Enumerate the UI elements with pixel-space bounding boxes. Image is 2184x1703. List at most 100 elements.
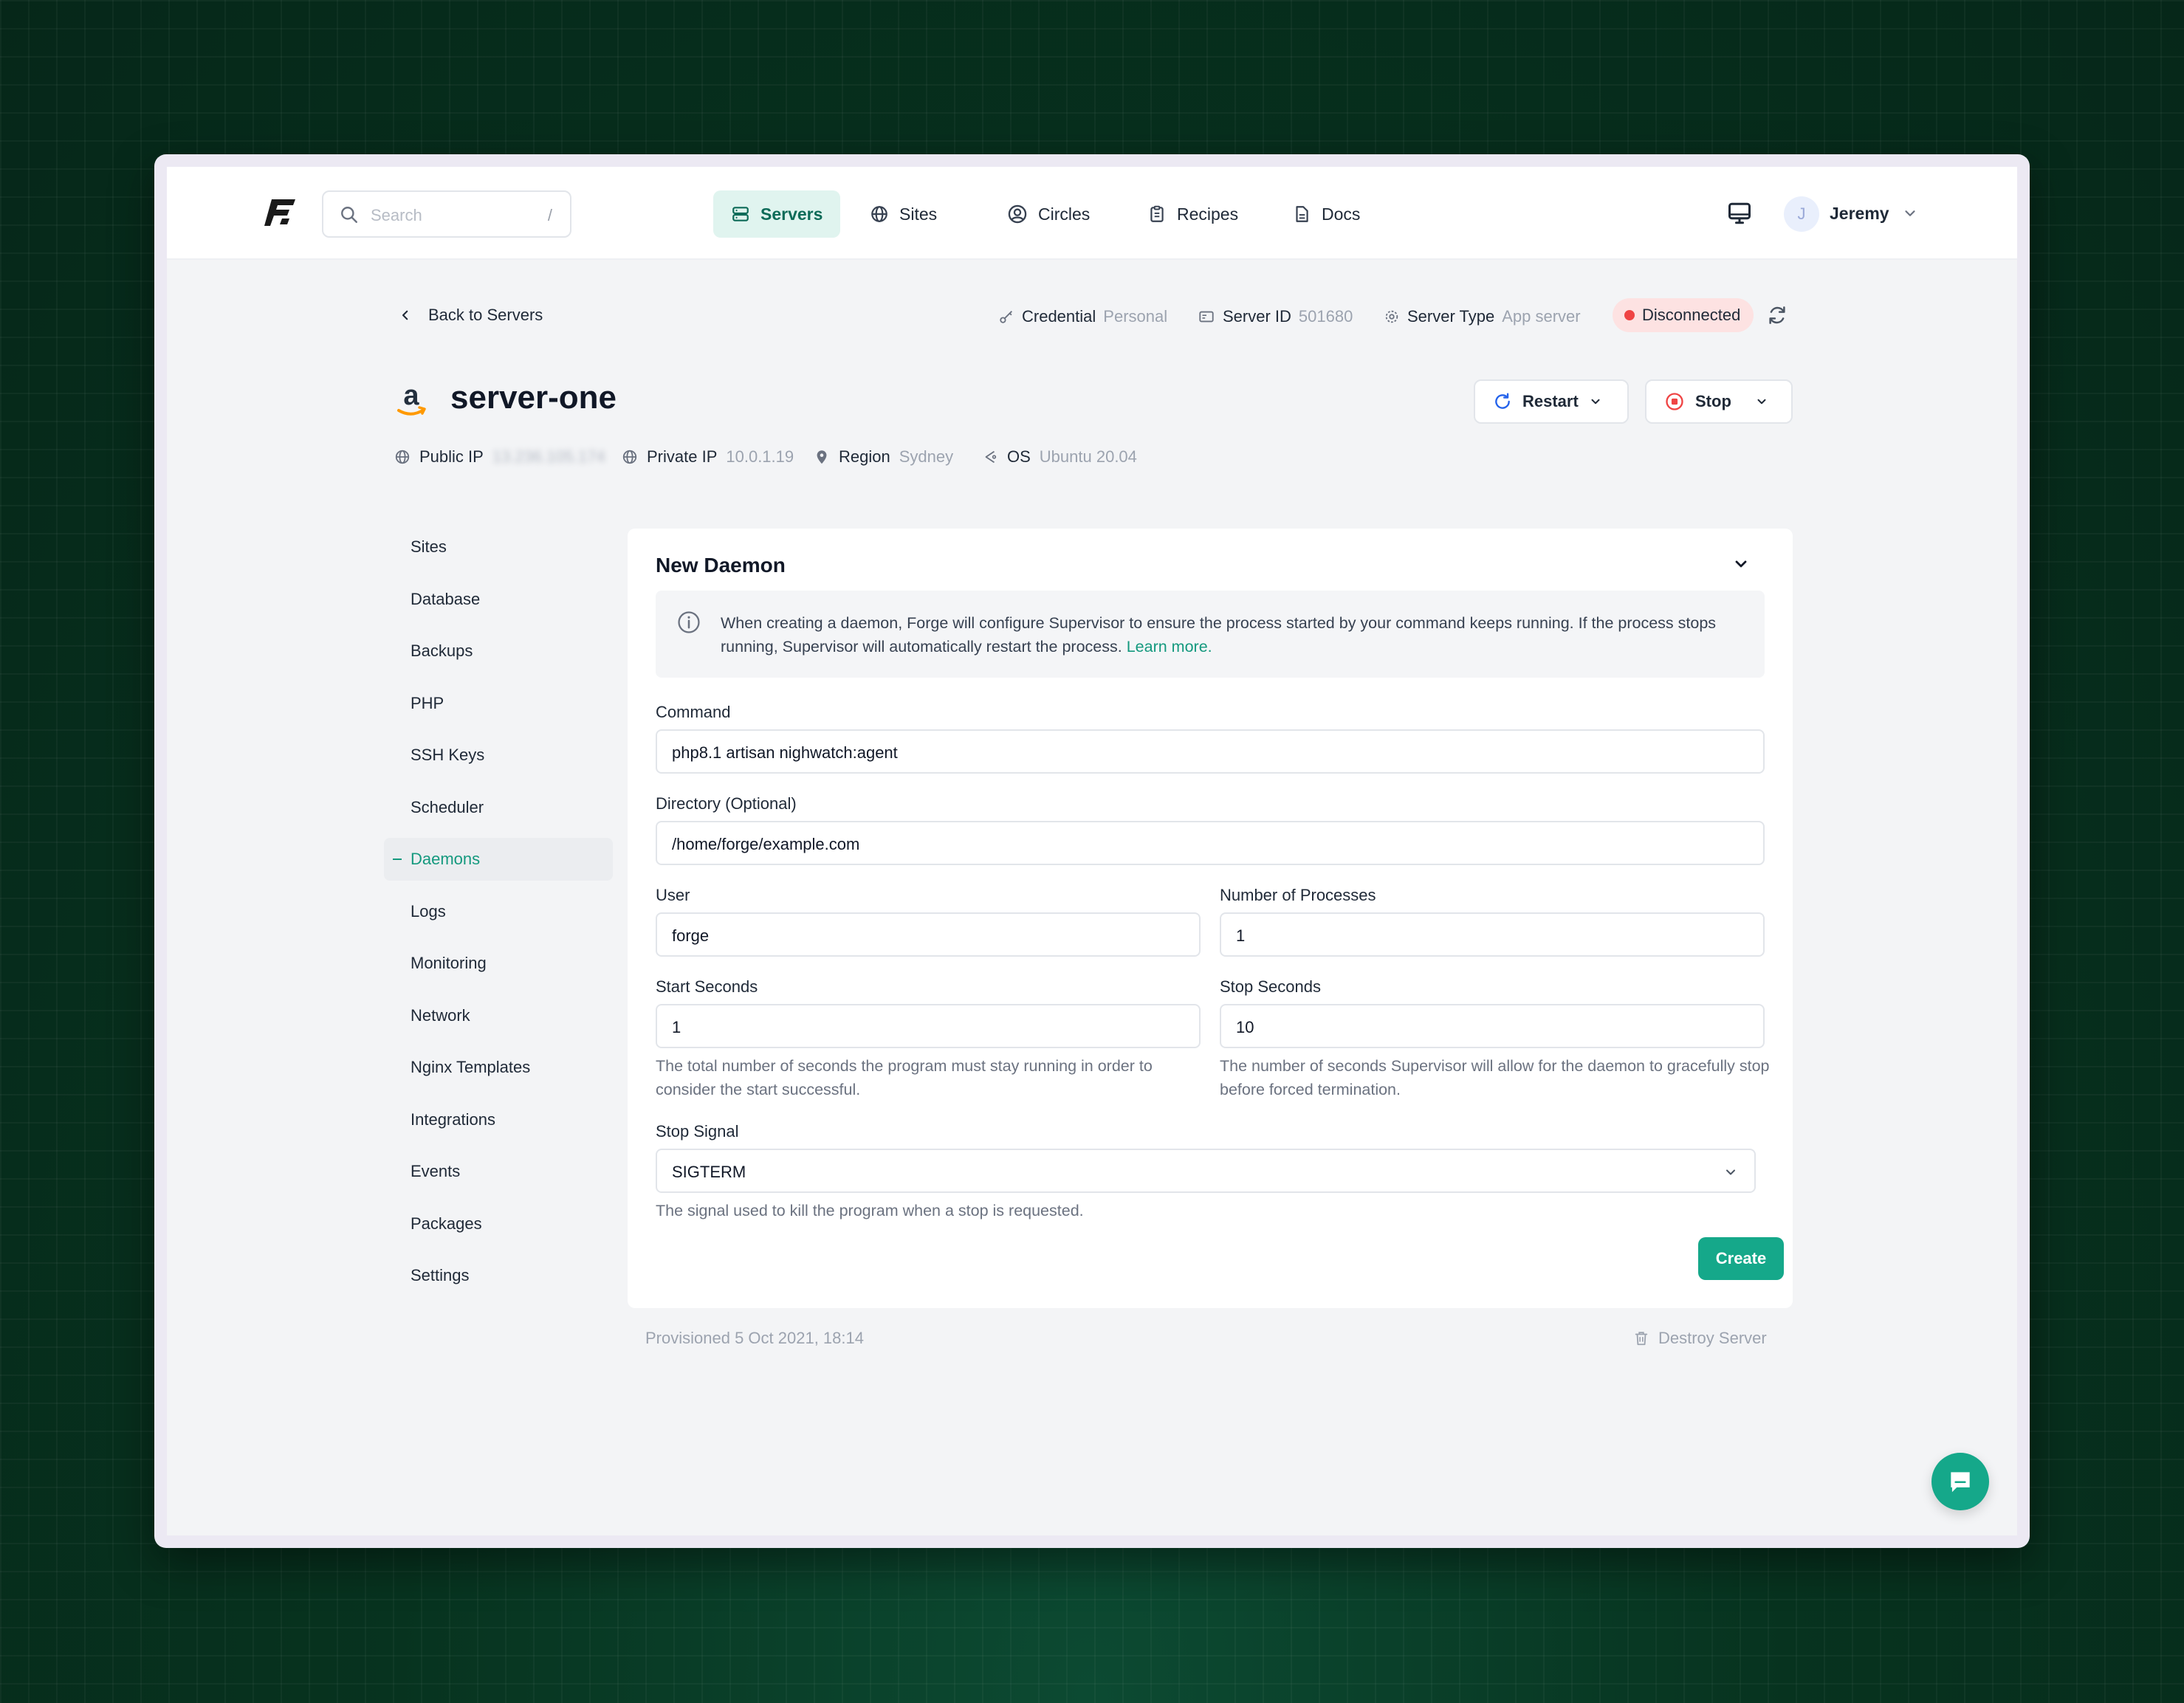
- server-type-value: App server: [1502, 307, 1581, 326]
- globe-icon: [871, 206, 887, 222]
- stop-circle-icon: [1666, 393, 1683, 410]
- chat-icon: [1951, 1472, 1970, 1493]
- clipboard-icon: [1150, 205, 1164, 222]
- processes-label: Number of Processes: [1220, 886, 1376, 904]
- sidebar-item-monitoring[interactable]: Monitoring: [384, 942, 613, 985]
- credential-value: Personal: [1103, 307, 1168, 326]
- user-circle-icon: [1008, 204, 1027, 224]
- sidebar-item-backups[interactable]: Backups: [384, 630, 613, 672]
- server-title: server-one: [450, 379, 617, 416]
- chevron-down-icon[interactable]: [1732, 555, 1750, 573]
- amazon-logo-letter: a: [403, 382, 419, 411]
- back-to-servers-link[interactable]: Back to Servers: [399, 306, 543, 325]
- start-seconds-input[interactable]: 1: [656, 1004, 1201, 1048]
- sidebar-item-php[interactable]: PHP: [384, 682, 613, 725]
- directory-input[interactable]: /home/forge/example.com: [656, 821, 1765, 865]
- back-label: Back to Servers: [428, 306, 543, 324]
- server-sidebar: Sites Database Backups PHP SSH Keys Sche…: [384, 526, 613, 1307]
- nav-recipes[interactable]: Recipes: [1130, 190, 1256, 238]
- user-input[interactable]: forge: [656, 912, 1201, 957]
- globe-icon: [395, 450, 410, 464]
- start-seconds-label: Start Seconds: [656, 977, 758, 996]
- stop-seconds-label: Stop Seconds: [1220, 977, 1321, 996]
- chat-button[interactable]: [1931, 1453, 1989, 1510]
- sidebar-item-packages[interactable]: Packages: [384, 1203, 613, 1245]
- credential-label: Credential: [1022, 307, 1096, 326]
- search-box[interactable]: Search /: [322, 190, 571, 238]
- learn-more-link[interactable]: Learn more.: [1127, 638, 1212, 656]
- sidebar-item-network[interactable]: Network: [384, 994, 613, 1037]
- sidebar-item-settings[interactable]: Settings: [384, 1254, 613, 1297]
- nav-docs-label: Docs: [1322, 204, 1361, 224]
- credential-meta: Credential Personal: [998, 307, 1167, 326]
- server-type-meta: Server Type App server: [1384, 307, 1581, 326]
- app-window: Search / Servers Sites Circles Recipes D…: [167, 167, 2017, 1535]
- os-icon: [985, 450, 997, 464]
- refresh-icon[interactable]: [1766, 304, 1788, 326]
- stop-signal-label: Stop Signal: [656, 1122, 739, 1141]
- search-icon: [341, 207, 357, 223]
- start-seconds-help: The total number of seconds the program …: [656, 1057, 1153, 1098]
- card-title: New Daemon: [656, 554, 786, 577]
- server-type-label: Server Type: [1407, 307, 1495, 326]
- avatar[interactable]: J: [1784, 196, 1819, 232]
- sidebar-item-database[interactable]: Database: [384, 578, 613, 621]
- sidebar-item-sites[interactable]: Sites: [384, 526, 613, 568]
- restart-label: Restart: [1522, 392, 1579, 410]
- sidebar-item-events[interactable]: Events: [384, 1150, 613, 1193]
- nav-circles-label: Circles: [1038, 204, 1091, 224]
- nav-recipes-label: Recipes: [1177, 204, 1239, 224]
- chevron-down-icon: [1591, 399, 1600, 405]
- region-info: Region Sydney: [814, 447, 953, 467]
- chevron-down-icon[interactable]: [1902, 205, 1918, 221]
- processes-input[interactable]: 1: [1220, 912, 1765, 957]
- search-shortcut: /: [547, 206, 552, 224]
- private-ip-value: 10.0.1.19: [726, 447, 794, 466]
- chevron-down-icon: [1757, 399, 1766, 405]
- server-id-meta: Server ID 501680: [1198, 307, 1353, 326]
- public-ip-label: Public IP: [419, 447, 484, 466]
- nav-servers[interactable]: Servers: [713, 190, 841, 238]
- user-label: User: [656, 886, 690, 904]
- command-input[interactable]: php8.1 artisan nighwatch:agent: [656, 729, 1765, 774]
- refresh-icon: [1495, 393, 1510, 409]
- nav-sites[interactable]: Sites: [852, 190, 955, 238]
- nav-circles[interactable]: Circles: [989, 190, 1108, 238]
- sidebar-item-logs[interactable]: Logs: [384, 890, 613, 933]
- chevron-down-icon: [1726, 1169, 1735, 1175]
- info-notice: When creating a daemon, Forge will confi…: [656, 591, 1765, 678]
- region-label: Region: [839, 447, 890, 466]
- os-value: Ubuntu 20.04: [1039, 447, 1137, 466]
- nav-sites-label: Sites: [899, 204, 938, 224]
- document-icon: [1296, 206, 1308, 222]
- search-placeholder: Search: [371, 206, 422, 224]
- sidebar-item-nginx-templates[interactable]: Nginx Templates: [384, 1046, 613, 1089]
- gear-icon: [1385, 310, 1398, 323]
- info-icon: [678, 611, 700, 633]
- restart-button[interactable]: Restart: [1474, 379, 1629, 424]
- sidebar-item-ssh-keys[interactable]: SSH Keys: [384, 734, 613, 777]
- sidebar-item-integrations[interactable]: Integrations: [384, 1098, 613, 1141]
- monitor-icon[interactable]: [1726, 200, 1753, 227]
- stop-button[interactable]: Stop: [1645, 379, 1793, 424]
- provisioned-date: Provisioned 5 Oct 2021, 18:14: [645, 1329, 864, 1347]
- create-button[interactable]: Create: [1698, 1237, 1784, 1280]
- stop-signal-value: SIGTERM: [672, 1163, 746, 1181]
- forge-logo-icon[interactable]: [264, 198, 297, 227]
- map-pin-icon: [817, 450, 827, 464]
- top-navigation: Search / Servers Sites Circles Recipes D…: [167, 167, 2017, 260]
- private-ip-label: Private IP: [647, 447, 718, 466]
- stop-seconds-input[interactable]: 10: [1220, 1004, 1765, 1048]
- os-label: OS: [1007, 447, 1031, 466]
- stop-label: Stop: [1695, 392, 1731, 410]
- user-name[interactable]: Jeremy: [1830, 204, 1889, 224]
- private-ip-info: Private IP 10.0.1.19: [622, 447, 794, 467]
- sidebar-item-daemons[interactable]: Daemons: [384, 838, 613, 881]
- nav-servers-label: Servers: [760, 204, 823, 224]
- sidebar-item-scheduler[interactable]: Scheduler: [384, 786, 613, 829]
- destroy-label: Destroy Server: [1658, 1329, 1767, 1347]
- stop-signal-select[interactable]: SIGTERM: [656, 1149, 1756, 1193]
- server-icon: [732, 207, 749, 221]
- nav-docs[interactable]: Docs: [1274, 190, 1378, 238]
- destroy-server-button[interactable]: Destroy Server: [1633, 1329, 1767, 1348]
